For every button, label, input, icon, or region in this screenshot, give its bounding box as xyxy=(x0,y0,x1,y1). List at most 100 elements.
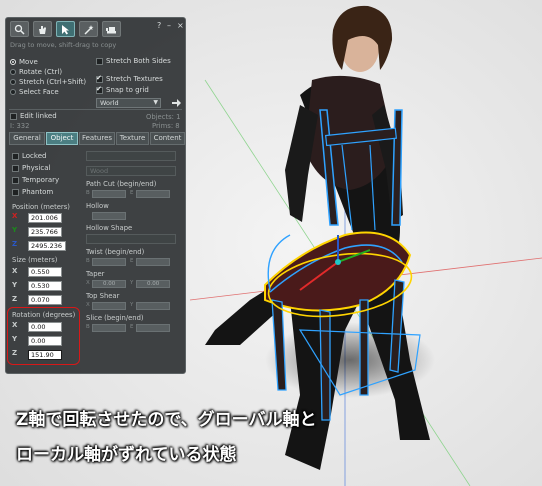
land-tool-button[interactable] xyxy=(102,21,121,37)
tool-hint: Drag to move, shift-drag to copy xyxy=(10,41,117,49)
physical-checkbox[interactable] xyxy=(12,164,19,172)
position-label: Position (meters) xyxy=(12,203,70,211)
position-x-label: X xyxy=(12,212,18,220)
stretch-both-sides-label: Stretch Both Sides xyxy=(106,57,171,65)
size-z-field[interactable]: 0.070 xyxy=(28,295,62,305)
top-shear-y-field[interactable] xyxy=(136,302,170,310)
locked-option[interactable]: Locked xyxy=(12,152,46,160)
magnifier-icon xyxy=(14,24,25,35)
position-y-field[interactable]: 235.766 xyxy=(28,227,62,237)
caption-line-1: Z軸で回転させたので、グローバル軸と xyxy=(16,410,317,430)
bulldozer-icon xyxy=(106,26,116,33)
mode-stretch-label: Stretch (Ctrl+Shift) xyxy=(19,78,87,86)
radio-stretch[interactable] xyxy=(10,79,16,85)
tab-features[interactable]: Features xyxy=(79,132,115,145)
stretch-both-sides-option[interactable]: Stretch Both Sides xyxy=(96,57,171,65)
phantom-label: Phantom xyxy=(22,188,54,196)
snap-to-grid-checkbox[interactable] xyxy=(96,85,103,94)
snap-to-grid-label: Snap to grid xyxy=(106,86,149,94)
physical-label: Physical xyxy=(22,164,51,172)
grid-options-arrow-icon[interactable] xyxy=(172,99,181,107)
tab-texture[interactable]: Texture xyxy=(116,132,149,145)
divider xyxy=(9,109,182,110)
focus-tool-button[interactable] xyxy=(10,21,29,37)
size-y-label: Y xyxy=(12,281,18,289)
prims-count: Prims: 8 xyxy=(152,122,180,130)
create-tool-button[interactable] xyxy=(79,21,98,37)
position-z-field[interactable]: 2495.236 xyxy=(28,241,66,251)
position-y-label: Y xyxy=(12,226,18,234)
twist-b-label: B xyxy=(86,258,90,264)
snap-to-grid-option[interactable]: Snap to grid xyxy=(96,85,149,94)
tab-object[interactable]: Object xyxy=(46,132,78,145)
phantom-checkbox[interactable] xyxy=(12,188,19,196)
mode-move-label: Move xyxy=(19,58,38,66)
chevron-down-icon: ▼ xyxy=(153,99,158,106)
size-y-field[interactable]: 0.530 xyxy=(28,281,62,291)
path-cut-e-label: E xyxy=(130,190,134,196)
size-x-field[interactable]: 0.550 xyxy=(28,267,62,277)
path-cut-end-field[interactable] xyxy=(136,190,170,198)
mode-stretch[interactable]: Stretch (Ctrl+Shift) xyxy=(10,78,86,86)
minimize-button[interactable]: – xyxy=(167,21,171,30)
close-button[interactable]: × xyxy=(177,21,184,30)
hollow-shape-label: Hollow Shape xyxy=(86,224,133,232)
tab-general[interactable]: General xyxy=(9,132,45,145)
path-cut-label: Path Cut (begin/end) xyxy=(86,180,157,188)
phantom-option[interactable]: Phantom xyxy=(12,188,53,196)
top-shear-y-label: Y xyxy=(130,302,134,308)
caption-line-2: ローカル軸がずれている状態 xyxy=(16,445,237,465)
radio-rotate[interactable] xyxy=(10,69,16,75)
mode-move[interactable]: Move xyxy=(10,58,38,66)
material-value: Wood xyxy=(90,167,109,175)
top-shear-x-field[interactable] xyxy=(92,302,126,310)
grid-mode-value: World xyxy=(100,99,119,107)
taper-y-field[interactable]: 0.00 xyxy=(136,280,170,288)
position-z-label: Z xyxy=(12,240,18,248)
top-shear-label: Top Shear xyxy=(86,292,120,300)
taper-x-field[interactable]: 0.00 xyxy=(92,280,126,288)
gizmo-center[interactable] xyxy=(335,259,341,265)
twist-end-field[interactable] xyxy=(136,258,170,266)
objects-count: Objects: 1 xyxy=(146,113,181,121)
stretch-textures-checkbox[interactable] xyxy=(96,74,103,83)
object-id: I: 332 xyxy=(10,122,30,130)
mode-select-face[interactable]: Select Face xyxy=(10,88,59,96)
mode-select-face-label: Select Face xyxy=(19,88,59,96)
temporary-label: Temporary xyxy=(22,176,60,184)
temporary-checkbox[interactable] xyxy=(12,176,19,184)
edit-linked-option[interactable]: Edit linked xyxy=(10,112,57,120)
path-cut-b-label: B xyxy=(86,190,90,196)
top-shear-x-label: X xyxy=(86,302,90,308)
physical-option[interactable]: Physical xyxy=(12,164,50,172)
rotation-highlight-box xyxy=(7,307,80,365)
stretch-both-sides-checkbox[interactable] xyxy=(96,57,103,65)
twist-begin-field[interactable] xyxy=(92,258,126,266)
temporary-option[interactable]: Temporary xyxy=(12,176,59,184)
object-type-dropdown[interactable] xyxy=(86,151,176,161)
grid-mode-dropdown[interactable]: World ▼ xyxy=(96,98,161,108)
slice-end-field[interactable] xyxy=(136,324,170,332)
mode-rotate[interactable]: Rotate (Ctrl) xyxy=(10,68,62,76)
locked-checkbox[interactable] xyxy=(12,152,19,160)
hollow-label: Hollow xyxy=(86,202,109,210)
slice-begin-field[interactable] xyxy=(92,324,126,332)
radio-select-face[interactable] xyxy=(10,89,16,95)
edit-tool-button[interactable] xyxy=(56,21,75,37)
magic-wand-icon xyxy=(84,24,94,35)
path-cut-begin-field[interactable] xyxy=(92,190,126,198)
material-dropdown[interactable]: Wood xyxy=(86,166,176,176)
slice-b-label: B xyxy=(86,324,90,330)
radio-move[interactable] xyxy=(10,59,16,65)
stretch-textures-option[interactable]: Stretch Textures xyxy=(96,74,163,83)
position-x-field[interactable]: 201.006 xyxy=(28,213,62,223)
move-tool-button[interactable] xyxy=(33,21,52,37)
taper-label: Taper xyxy=(86,270,105,278)
slice-label: Slice (begin/end) xyxy=(86,314,144,322)
mode-rotate-label: Rotate (Ctrl) xyxy=(19,68,63,76)
edit-linked-checkbox[interactable] xyxy=(10,112,17,120)
hollow-shape-dropdown[interactable] xyxy=(86,234,176,244)
hollow-field[interactable] xyxy=(92,212,126,220)
help-button[interactable]: ? xyxy=(157,21,161,30)
tab-content[interactable]: Content xyxy=(150,132,185,145)
